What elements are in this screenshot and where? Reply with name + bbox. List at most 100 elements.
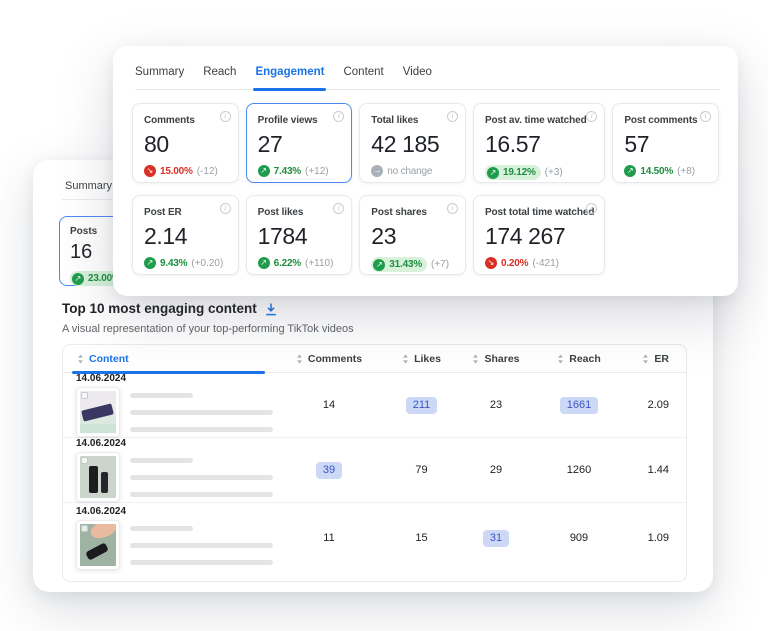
cell-likes: 79	[415, 464, 428, 476]
sort-icon	[78, 354, 83, 363]
download-icon[interactable]	[265, 303, 277, 316]
tab-reach[interactable]: Reach	[203, 66, 236, 78]
info-icon[interactable]: i	[586, 203, 598, 214]
column-header-comments[interactable]: Comments	[273, 353, 385, 365]
metric-card-post-er[interactable]: i Post ER 2.14 ↗ 9.43% (+0.20)	[132, 195, 239, 275]
metric-value: 174 267	[484, 223, 566, 249]
metric-label: Post likes	[257, 207, 304, 218]
info-icon[interactable]: i	[333, 111, 345, 122]
video-thumbnail[interactable]	[76, 387, 120, 437]
trend-up-icon: ↗	[257, 165, 270, 177]
content-section-title: Top 10 most engaging content	[62, 301, 277, 316]
post-date: 14.06.2024	[76, 373, 127, 384]
metric-value: 80	[144, 131, 169, 157]
cell-shares: 29	[489, 464, 503, 476]
info-icon[interactable]: i	[700, 111, 711, 122]
column-header-shares[interactable]: Shares	[458, 353, 534, 365]
metric-value: 42 185	[371, 131, 440, 157]
metric-delta-pct: 15.00%	[160, 165, 193, 177]
post-date: 14.06.2024	[76, 438, 127, 449]
metric-delta-pct: 14.50%	[640, 165, 674, 177]
trend-down-icon: ↘	[484, 257, 497, 269]
metric-label: Post shares	[371, 207, 427, 218]
tab-engagement[interactable]: Engagement	[253, 66, 327, 91]
sort-icon	[296, 354, 302, 363]
info-icon[interactable]: i	[219, 203, 231, 214]
trend-flat-icon: →	[371, 165, 384, 177]
metric-label: Post ER	[144, 207, 182, 218]
info-icon[interactable]: i	[219, 111, 231, 122]
metric-delta-change: (-421)	[532, 257, 559, 269]
metric-delta-pct: 9.43%	[160, 257, 188, 269]
table-row[interactable]: 14.06.2024 14 211 23 1661 2.09	[63, 373, 686, 438]
column-label: Shares	[484, 352, 520, 365]
cell-reach: 1661	[534, 396, 624, 414]
metric-card-post-av-time-watched[interactable]: i Post av. time watched 16.57 ↗ 19.12% (…	[472, 103, 606, 183]
tab-video[interactable]: Video	[403, 66, 432, 78]
metric-value: 27	[257, 131, 283, 157]
trend-up-icon: ↗	[624, 165, 637, 177]
metric-delta-change: (+8)	[677, 165, 696, 177]
sort-icon	[643, 354, 649, 363]
metric-card-profile-views[interactable]: i Profile views 27 ↗ 7.43% (+12)	[245, 103, 353, 183]
column-label: ER	[654, 352, 669, 365]
top-content-table: Content Comments Likes Shares Reach ER 1…	[62, 344, 687, 582]
metric-value: 23	[371, 223, 397, 249]
section-title-text: Top 10 most engaging content	[62, 301, 257, 316]
metric-delta-pct: 6.22%	[273, 257, 302, 269]
metric-label: Comments	[144, 115, 195, 126]
table-row[interactable]: 14.06.2024 39 79 29 1260 1.44	[63, 438, 686, 503]
metric-card-post-comments[interactable]: i Post comments 57 ↗ 14.50% (+8)	[612, 103, 719, 183]
info-icon[interactable]: i	[586, 111, 598, 122]
metric-card-post-shares[interactable]: i Post shares 23 ↗ 31.43% (+7)	[359, 195, 466, 275]
metric-delta-change: (+7)	[431, 259, 450, 270]
metric-card-total-likes[interactable]: i Total likes 42 185 → no change	[359, 103, 466, 183]
trend-up-icon: ↗	[72, 272, 84, 285]
cell-reach: 1260	[566, 464, 592, 476]
column-label: Content	[89, 352, 129, 365]
metric-delta-change: (+12)	[305, 165, 329, 177]
metric-label: Post av. time watched	[484, 115, 587, 126]
column-header-er[interactable]: ER	[624, 353, 686, 365]
metric-label: Total likes	[371, 115, 419, 126]
info-icon[interactable]: i	[446, 111, 458, 122]
caption-placeholder	[130, 525, 273, 565]
cell-reach: 909	[569, 532, 589, 544]
tab-summary[interactable]: Summary	[135, 66, 184, 78]
cell-comments: 11	[323, 532, 335, 544]
metric-card-post-total-time-watched[interactable]: i Post total time watched 174 267 ↘ 0.20…	[472, 195, 606, 275]
caption-placeholder	[130, 457, 273, 497]
sort-icon	[558, 354, 564, 363]
trend-up-icon: ↗	[144, 257, 156, 269]
metric-delta-pct: no change	[387, 165, 433, 177]
cell-shares: 23	[489, 399, 503, 411]
post-date: 14.06.2024	[76, 506, 127, 517]
metric-value: 2.14	[144, 223, 188, 249]
metric-card-comments[interactable]: i Comments 80 ↘ 15.00% (-12)	[132, 103, 239, 183]
info-icon[interactable]: i	[446, 203, 458, 214]
caption-placeholder	[130, 392, 273, 432]
tab-summary-bg[interactable]: Summary	[65, 180, 112, 192]
video-thumbnail[interactable]	[76, 520, 120, 570]
metric-card-post-likes[interactable]: i Post likes 1784 ↗ 6.22% (+110)	[245, 195, 353, 275]
metric-delta-change: (-12)	[196, 165, 218, 177]
media-badge-icon	[81, 525, 88, 532]
metric-label: Profile views	[257, 115, 318, 126]
cell-er: 1.09	[647, 532, 669, 544]
table-row[interactable]: 14.06.2024 11 15 31 909 1.09	[63, 503, 686, 573]
column-header-content[interactable]: Content	[63, 353, 273, 365]
metric-label: Post total time watched	[484, 207, 595, 218]
cell-shares: 31	[458, 529, 534, 547]
cell-likes: 15	[415, 532, 428, 544]
metric-delta-change: (+110)	[305, 257, 334, 269]
cell-er: 2.09	[647, 399, 669, 411]
column-header-likes[interactable]: Likes	[385, 353, 458, 365]
metric-cards-grid: i Comments 80 ↘ 15.00% (-12) i Profile v…	[132, 103, 719, 275]
trend-up-icon: ↗	[257, 257, 270, 269]
column-header-reach[interactable]: Reach	[534, 353, 624, 365]
cell-comments: 14	[322, 399, 336, 411]
info-icon[interactable]: i	[333, 203, 345, 214]
media-badge-icon	[81, 392, 88, 399]
video-thumbnail[interactable]	[76, 452, 120, 502]
tab-content[interactable]: Content	[343, 66, 383, 78]
